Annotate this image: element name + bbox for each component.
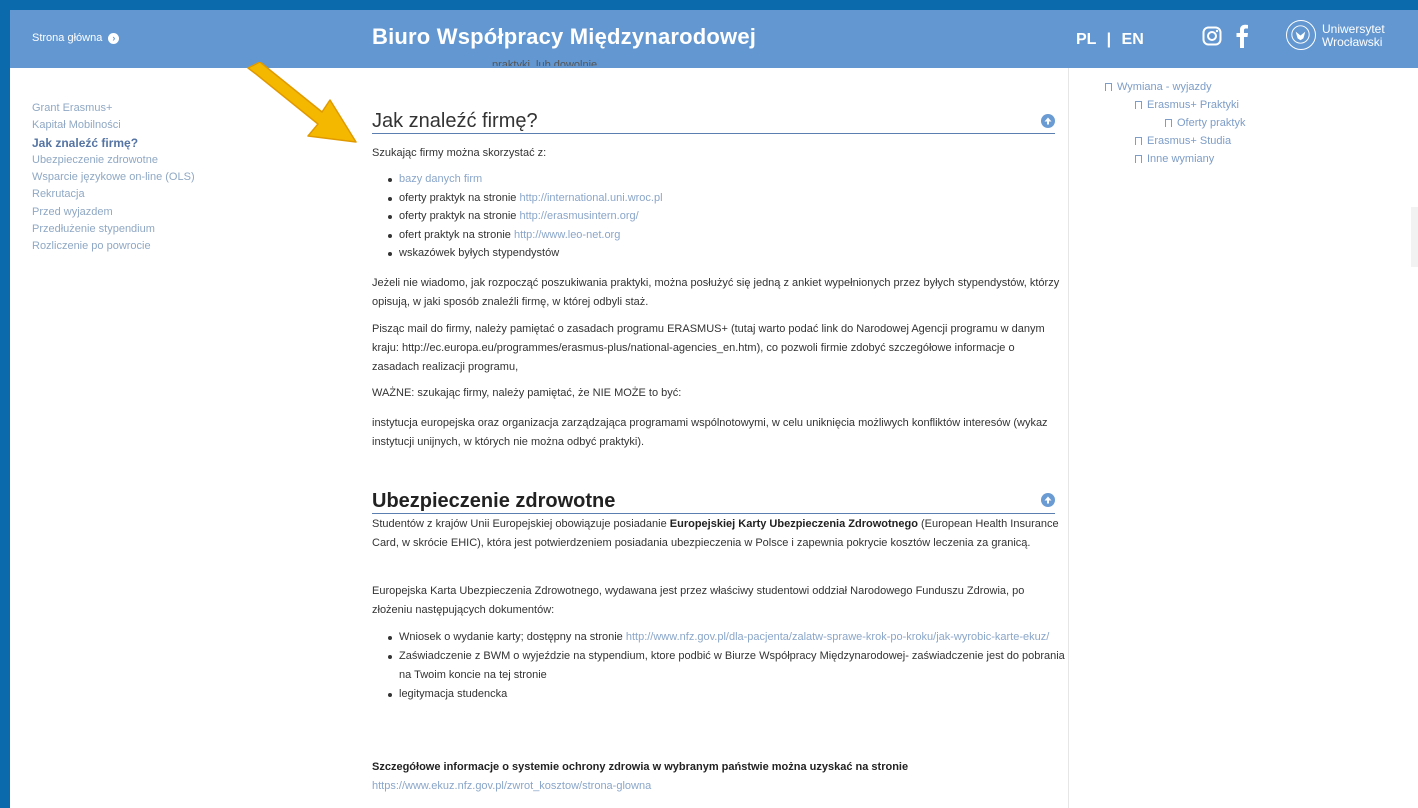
list-item: oferty praktyk na stronie http://erasmus… xyxy=(388,207,663,226)
right-sidebar: Wymiana - wyjazdy Erasmus+ Praktyki Ofer… xyxy=(1068,68,1418,808)
sidebar-item-ubezpieczenie[interactable]: Ubezpieczenie zdrowotne xyxy=(32,152,252,169)
sidebar-item-jak-znalezc-firme[interactable]: Jak znaleźć firmę? xyxy=(32,135,252,152)
paragraph: Pisząc mail do firmy, należy pamiętać o … xyxy=(372,323,1045,373)
link-ekuz[interactable]: https://www.ekuz.nfz.gov.pl/zwrot_koszto… xyxy=(372,780,651,792)
site-title: Biuro Współpracy Międzynarodowej xyxy=(372,24,757,49)
paragraph: Europejska Karta Ubezpieczenia Zdrowotne… xyxy=(372,585,1025,616)
lang-separator: | xyxy=(1106,31,1112,48)
firm-sources-list: bazy danych firm oferty praktyk na stron… xyxy=(372,170,663,263)
tree-item-label: Inne wymiany xyxy=(1147,153,1215,165)
tree-item-label: Oferty praktyk xyxy=(1177,117,1246,129)
tree-item-label: Erasmus+ Praktyki xyxy=(1147,99,1239,111)
home-link-label: Strona główna xyxy=(32,32,103,44)
tree-item-oferty-praktyk[interactable]: Oferty praktyk xyxy=(1165,117,1245,129)
section-heading-jak-znalezc-firme: Jak znaleźć firmę? xyxy=(372,110,1055,134)
side-tab[interactable] xyxy=(1411,207,1418,267)
link-nfz[interactable]: http://www.nfz.gov.pl/dla-pacjenta/zalat… xyxy=(626,631,1049,643)
bookmark-icon xyxy=(1135,155,1142,163)
tree-item-label: Erasmus+ Studia xyxy=(1147,135,1232,147)
instagram-icon[interactable] xyxy=(1202,26,1222,46)
section-title: Jak znaleźć firmę? xyxy=(372,110,538,132)
list-item: wskazówek byłych stypendystów xyxy=(388,244,663,263)
paragraph: Studentów z krajów Unii Europejskiej obo… xyxy=(372,518,1059,549)
lang-pl-link[interactable]: PL xyxy=(1076,31,1096,48)
list-item: bazy danych firm xyxy=(388,170,663,189)
link-international[interactable]: http://international.uni.wroc.pl xyxy=(519,192,662,204)
bookmark-icon xyxy=(1165,119,1172,127)
scroll-up-icon[interactable] xyxy=(1041,114,1055,128)
link-leo-net[interactable]: http://www.leo-net.org xyxy=(514,229,620,241)
sidebar-item-przedluzenie[interactable]: Przedłużenie stypendium xyxy=(32,221,252,238)
sidebar-item-przed-wyjazdem[interactable]: Przed wyjazdem xyxy=(32,204,252,221)
ehic-bold-text: Europejskiej Karty Ubezpieczenia Zdrowot… xyxy=(669,518,918,530)
tree-item-inne-wymiany[interactable]: Inne wymiany xyxy=(1135,153,1214,165)
university-logo-icon[interactable] xyxy=(1286,20,1316,50)
sidebar-item-grant-erasmus[interactable]: Grant Erasmus+ xyxy=(32,100,252,117)
university-name[interactable]: Uniwersytet Wrocławski xyxy=(1322,23,1385,49)
sidebar-item-kapital-mobilnosci[interactable]: Kapitał Mobilności xyxy=(32,117,252,134)
section-heading-ubezpieczenie: Ubezpieczenie zdrowotne xyxy=(372,490,1055,514)
page: Strona główna › Biuro Współpracy Międzyn… xyxy=(10,10,1418,808)
university-name-line2: Wrocławski xyxy=(1322,35,1383,49)
bookmark-icon xyxy=(1135,137,1142,145)
paragraph: WAŻNE: szukając firmy, należy pamiętać, … xyxy=(372,387,682,399)
bookmark-icon xyxy=(1135,101,1142,109)
link-bazy-danych-firm[interactable]: bazy danych firm xyxy=(399,173,482,185)
list-item: ofert praktyk na stronie http://www.leo-… xyxy=(388,226,663,245)
eagle-icon xyxy=(1291,25,1310,44)
section-title: Ubezpieczenie zdrowotne xyxy=(372,490,616,512)
sidebar-item-rekrutacja[interactable]: Rekrutacja xyxy=(32,186,252,203)
tree-item-erasmus-studia[interactable]: Erasmus+ Studia xyxy=(1135,135,1231,147)
documents-list: Wniosek o wydanie karty; dostępny na str… xyxy=(372,628,1069,704)
tree-item-label: Wymiana - wyjazdy xyxy=(1117,81,1212,93)
paragraph: Szukając firmy można skorzystać z: xyxy=(372,147,547,159)
language-switcher: PL | EN xyxy=(1076,31,1144,49)
arrow-right-circle-icon: › xyxy=(108,32,120,44)
paragraph: Jeżeli nie wiadomo, jak rozpocząć poszuk… xyxy=(372,277,1060,308)
sidebar-item-wsparcie-jezykowe[interactable]: Wsparcie językowe on-line (OLS) xyxy=(32,169,252,186)
list-item: oferty praktyk na stronie http://interna… xyxy=(388,189,663,208)
site-header: Strona główna › Biuro Współpracy Międzyn… xyxy=(10,10,1418,68)
tree-item-wymiana-wyjazdy[interactable]: Wymiana - wyjazdy xyxy=(1105,81,1212,93)
facebook-icon[interactable] xyxy=(1235,24,1249,48)
paragraph: instytucja europejska oraz organizacja z… xyxy=(372,417,1048,448)
highlight-arrow-icon xyxy=(247,62,357,143)
sidebar-nav: Grant Erasmus+ Kapitał Mobilności Jak zn… xyxy=(32,100,252,256)
home-link[interactable]: Strona główna › xyxy=(32,32,120,44)
bookmark-icon xyxy=(1105,83,1112,91)
list-item: legitymacja studencka xyxy=(388,685,1069,704)
paragraph: Szczegółowe informacje o systemie ochron… xyxy=(372,761,909,792)
lang-en-link[interactable]: EN xyxy=(1122,31,1144,48)
sidebar-item-rozliczenie[interactable]: Rozliczenie po powrocie xyxy=(32,238,252,255)
cut-off-text: praktyki, lub dowolnie xyxy=(492,60,598,66)
link-erasmusintern[interactable]: http://erasmusintern.org/ xyxy=(519,210,638,222)
scroll-up-icon[interactable] xyxy=(1041,493,1055,507)
tree-item-erasmus-praktyki[interactable]: Erasmus+ Praktyki xyxy=(1135,99,1239,111)
list-item: Zaświadczenie z BWM o wyjeździe na stype… xyxy=(388,647,1069,685)
list-item: Wniosek o wydanie karty; dostępny na str… xyxy=(388,628,1069,647)
